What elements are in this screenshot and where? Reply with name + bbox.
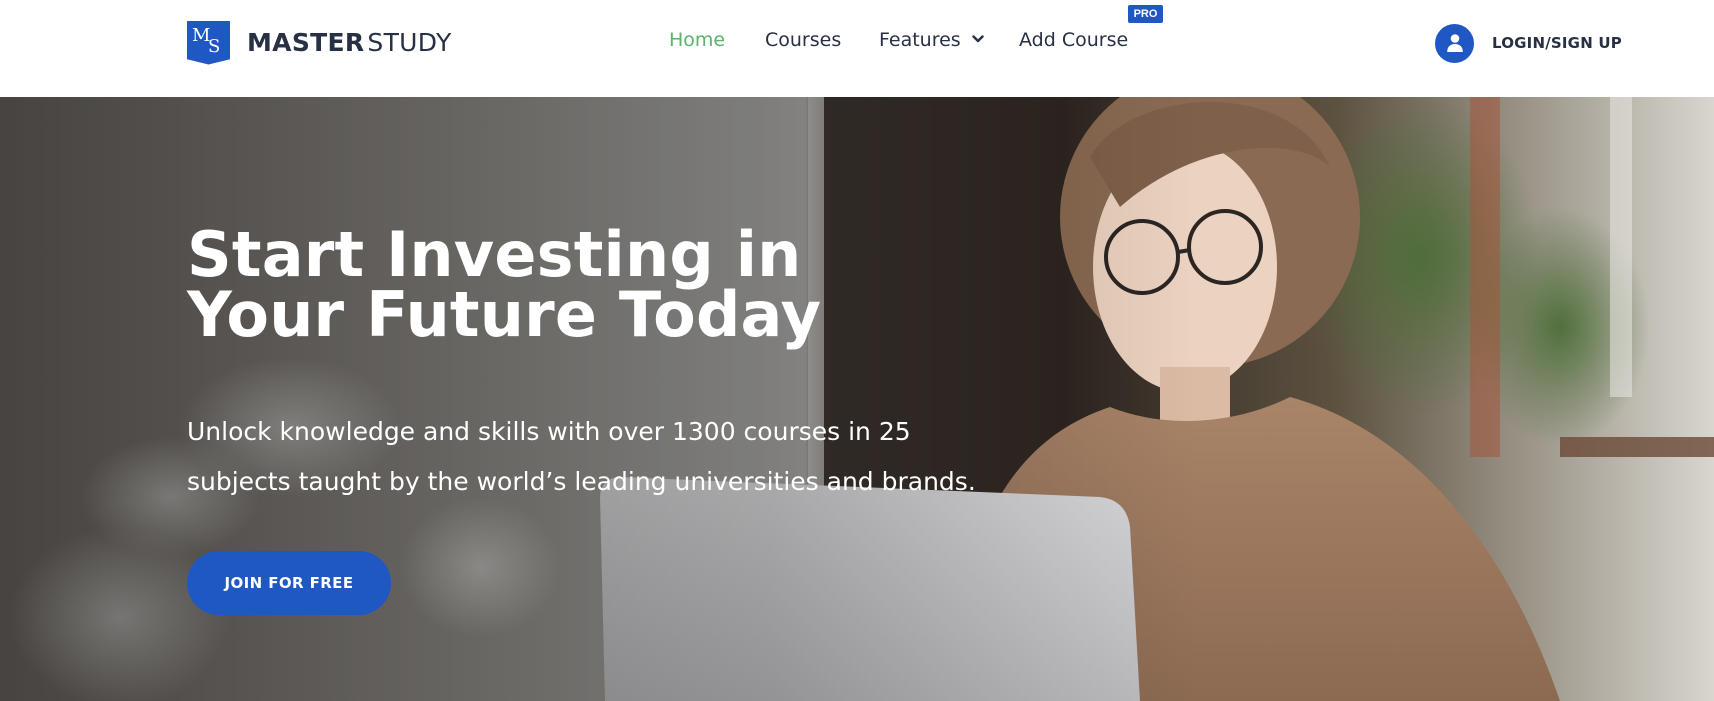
nav-courses[interactable]: Courses <box>765 29 841 51</box>
login-signup-button[interactable]: LOGIN/SIGN UP <box>1435 23 1622 63</box>
pro-badge: PRO <box>1128 5 1163 23</box>
site-header: M S MASTER STUDY Home Courses Features A… <box>0 0 1714 97</box>
hero-subtitle: Unlock knowledge and skills with over 13… <box>187 407 1007 507</box>
hero-subtitle-line-2: subjects taught by the world’s leading u… <box>187 467 976 496</box>
nav-home[interactable]: Home <box>669 29 725 51</box>
hero-subtitle-line-1: Unlock knowledge and skills with over 13… <box>187 417 911 446</box>
chevron-down-icon[interactable] <box>972 34 984 44</box>
hero-title-line-2: Your Future Today <box>187 278 822 351</box>
nav-add-course[interactable]: Add Course <box>1019 29 1128 51</box>
join-for-free-button[interactable]: JOIN FOR FREE <box>187 551 391 615</box>
nav-features[interactable]: Features <box>879 29 961 51</box>
hero-title: Start Investing in Your Future Today <box>187 224 887 346</box>
user-icon <box>1435 23 1474 63</box>
hero-section: Start Investing in Your Future Today Unl… <box>0 97 1714 701</box>
login-signup-label: LOGIN/SIGN UP <box>1492 34 1622 52</box>
